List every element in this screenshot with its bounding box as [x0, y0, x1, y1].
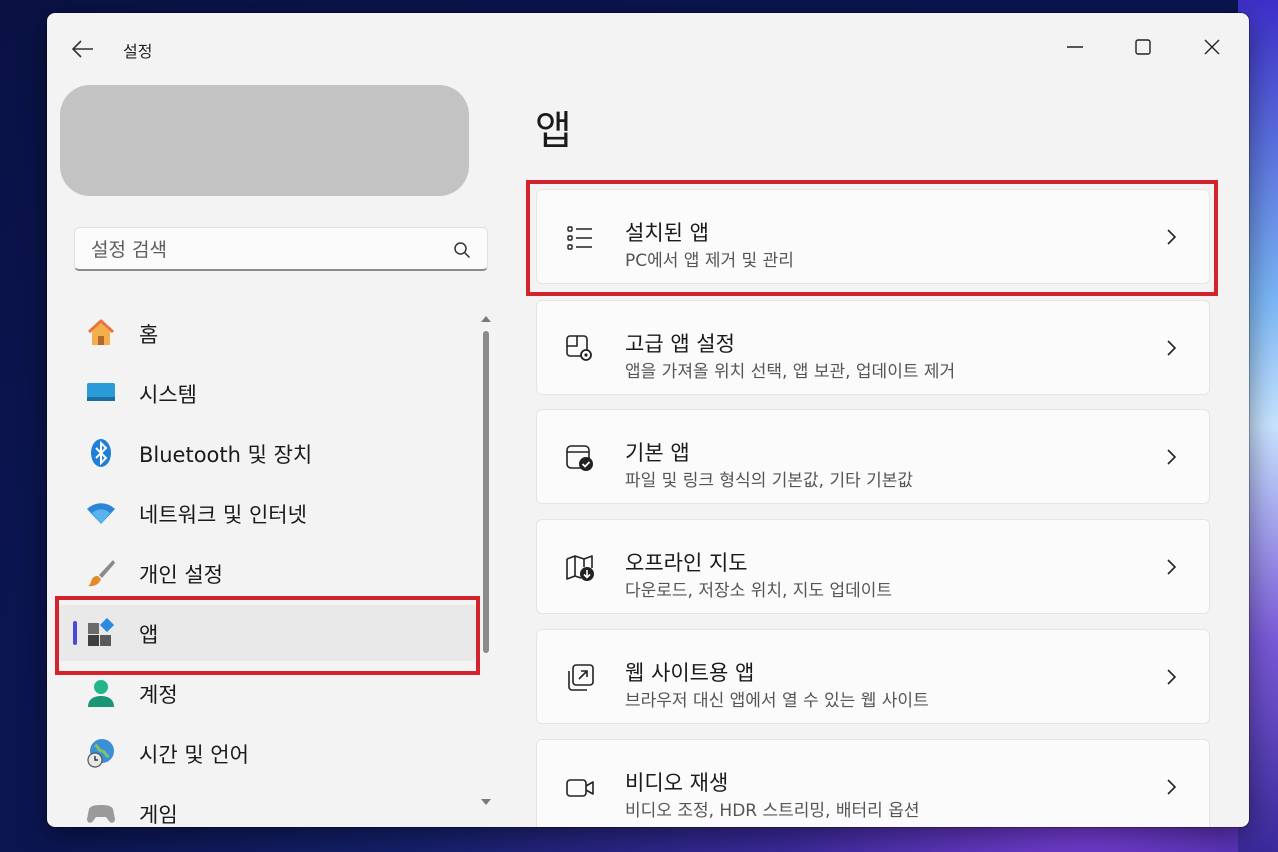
card-title: 기본 앱: [625, 441, 690, 465]
wifi-icon: [87, 503, 115, 524]
sidebar-item-time-language[interactable]: 시간 및 언어: [57, 725, 477, 781]
chevron-right-icon: [1167, 340, 1177, 356]
default-app-check-icon: [566, 445, 593, 471]
sidebar-scrollbar[interactable]: [480, 313, 492, 808]
sidebar-item-label: 홈: [139, 323, 159, 347]
open-external-icon: [568, 664, 594, 691]
settings-window: 설정 홈 시스템: [47, 13, 1249, 827]
installed-apps-card[interactable]: 설치된 앱 PC에서 앱 제거 및 관리: [536, 189, 1210, 284]
card-description: 앱을 가져올 위치 선택, 앱 보관, 업데이트 제거: [625, 362, 956, 382]
sidebar-item-apps[interactable]: 앱: [57, 605, 477, 661]
sidebar-item-label: Bluetooth 및 장치: [139, 443, 313, 467]
sidebar-item-label: 개인 설정: [139, 563, 223, 587]
chevron-right-icon: [1167, 229, 1177, 245]
card-description: 비디오 조정, HDR 스트리밍, 배터리 옵션: [625, 801, 920, 821]
chevron-right-icon: [1167, 779, 1177, 795]
home-icon: [87, 319, 115, 345]
advanced-app-settings-card[interactable]: 고급 앱 설정 앱을 가져올 위치 선택, 앱 보관, 업데이트 제거: [536, 300, 1210, 395]
card-title: 웹 사이트용 앱: [625, 661, 755, 685]
sidebar-item-home[interactable]: 홈: [57, 305, 477, 361]
maximize-button[interactable]: [1120, 27, 1166, 67]
search-box[interactable]: [74, 227, 488, 271]
list-icon: [567, 226, 592, 250]
offline-maps-card[interactable]: 오프라인 지도 다운로드, 저장소 위치, 지도 업데이트: [536, 519, 1210, 614]
sidebar-item-label: 네트워크 및 인터넷: [139, 503, 307, 527]
app-settings-icon: [566, 335, 592, 361]
map-download-icon: [566, 555, 594, 581]
app-title: 설정: [123, 42, 153, 61]
sidebar-item-label: 앱: [139, 623, 159, 647]
video-camera-icon: [566, 779, 594, 797]
sidebar-item-accounts[interactable]: 계정: [57, 665, 477, 721]
sidebar-item-system[interactable]: 시스템: [57, 365, 477, 421]
title-bar: 설정: [47, 13, 1249, 83]
close-button[interactable]: [1189, 27, 1235, 67]
back-button[interactable]: [69, 35, 97, 63]
card-description: 파일 및 링크 형식의 기본값, 기타 기본값: [625, 471, 914, 491]
sidebar-item-personalization[interactable]: 개인 설정: [57, 545, 477, 601]
card-description: 다운로드, 저장소 위치, 지도 업데이트: [625, 581, 893, 601]
arrow-left-icon: [72, 40, 93, 58]
system-icon: [87, 383, 115, 401]
selection-indicator: [73, 621, 77, 645]
minimize-icon: [1067, 46, 1083, 48]
scroll-up-arrow-icon[interactable]: [480, 313, 492, 325]
apps-for-websites-card[interactable]: 웹 사이트용 앱 브라우저 대신 앱에서 열 수 있는 웹 사이트: [536, 629, 1210, 724]
search-icon[interactable]: [453, 241, 471, 259]
page-title: 앱: [535, 108, 572, 154]
bluetooth-icon: [91, 439, 111, 467]
apps-icon: [88, 617, 115, 646]
scrollbar-thumb[interactable]: [483, 331, 489, 653]
sidebar-item-gaming[interactable]: 게임: [57, 785, 477, 825]
sidebar-item-label: 시간 및 언어: [139, 743, 249, 767]
search-input[interactable]: [89, 236, 433, 264]
scroll-down-arrow-icon[interactable]: [480, 796, 492, 808]
close-icon: [1204, 39, 1220, 55]
account-icon: [88, 680, 114, 707]
card-title: 오프라인 지도: [625, 551, 748, 575]
card-description: PC에서 앱 제거 및 관리: [625, 251, 794, 271]
video-playback-card[interactable]: 비디오 재생 비디오 조정, HDR 스트리밍, 배터리 옵션: [536, 739, 1210, 827]
sidebar-item-label: 게임: [139, 803, 178, 825]
chevron-right-icon: [1167, 449, 1177, 465]
minimize-button[interactable]: [1052, 27, 1098, 67]
chevron-right-icon: [1167, 669, 1177, 685]
chevron-right-icon: [1167, 559, 1177, 575]
game-controller-icon: [87, 805, 115, 823]
brush-icon: [88, 560, 115, 587]
sidebar-item-label: 시스템: [139, 383, 197, 407]
sidebar-item-network[interactable]: 네트워크 및 인터넷: [57, 485, 477, 541]
account-profile-card[interactable]: [60, 85, 469, 196]
globe-clock-icon: [87, 739, 114, 768]
card-title: 고급 앱 설정: [625, 332, 735, 356]
sidebar-item-bluetooth[interactable]: Bluetooth 및 장치: [57, 425, 477, 481]
maximize-icon: [1135, 39, 1151, 55]
card-title: 설치된 앱: [625, 221, 709, 245]
default-apps-card[interactable]: 기본 앱 파일 및 링크 형식의 기본값, 기타 기본값: [536, 409, 1210, 504]
sidebar-item-label: 계정: [139, 683, 178, 707]
card-description: 브라우저 대신 앱에서 열 수 있는 웹 사이트: [625, 691, 929, 711]
card-title: 비디오 재생: [625, 771, 729, 795]
